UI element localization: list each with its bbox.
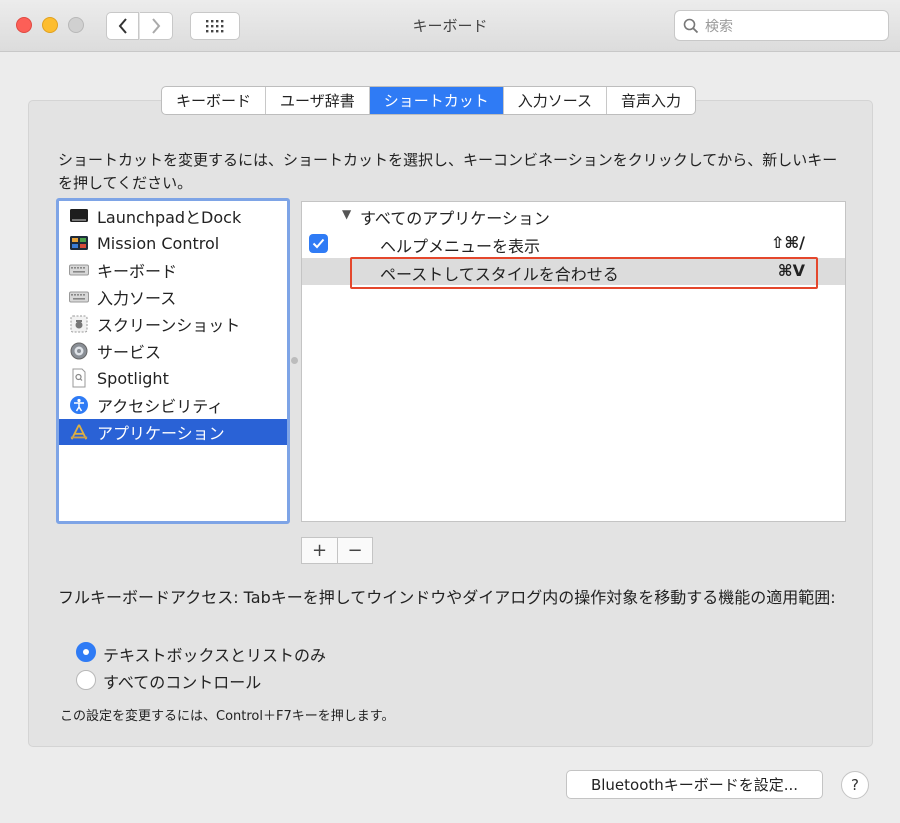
shortcut-label: ヘルプメニューを表示 <box>380 237 541 256</box>
title-bar: キーボード 検索 <box>0 0 900 52</box>
category-list[interactable]: LaunchpadとDock Mission Control キーボード 入力ソ… <box>56 198 290 524</box>
shortcut-row-show-help-menu[interactable]: ヘルプメニューを表示 ⇧⌘/ <box>302 230 845 257</box>
shortcut-key-combo[interactable]: ⇧⌘/ <box>771 233 805 252</box>
launchpad-icon <box>69 207 89 225</box>
category-item-keyboard[interactable]: キーボード <box>59 257 287 283</box>
checkmark-icon <box>312 238 325 249</box>
category-label: スクリーンショット <box>97 316 241 335</box>
help-button[interactable]: ? <box>841 771 869 799</box>
radio-label[interactable]: すべてのコントロール <box>103 669 261 693</box>
category-item-screenshots[interactable]: スクリーンショット <box>59 311 287 337</box>
keyboard-icon <box>69 261 89 279</box>
radio-label[interactable]: テキストボックスとリストのみ <box>103 642 326 666</box>
shortcut-group-label: すべてのアプリケーション <box>360 209 550 228</box>
category-item-spotlight[interactable]: Spotlight <box>59 365 287 391</box>
category-item-accessibility[interactable]: アクセシビリティ <box>59 392 287 418</box>
category-item-applications[interactable]: アプリケーション <box>59 419 287 445</box>
shortcut-group-row[interactable]: ▼ すべてのアプリケーション <box>302 202 845 229</box>
category-item-mission-control[interactable]: Mission Control <box>59 230 287 256</box>
category-item-launchpad-dock[interactable]: LaunchpadとDock <box>59 203 287 229</box>
tab-keyboard[interactable]: キーボード <box>162 87 267 114</box>
instruction-text: ショートカットを変更するには、ショートカットを選択し、キーコンビネーションをクリ… <box>58 151 838 192</box>
tab-user-dictionary[interactable]: ユーザ辞書 <box>266 87 370 114</box>
category-label: アクセシビリティ <box>97 397 224 416</box>
tab-shortcuts[interactable]: ショートカット <box>369 87 504 114</box>
mission-control-icon <box>69 234 89 252</box>
add-shortcut-button[interactable]: + <box>302 538 337 563</box>
category-label: Mission Control <box>97 233 220 253</box>
remove-shortcut-button[interactable]: − <box>337 538 372 563</box>
search-icon <box>683 18 699 33</box>
category-label: キーボード <box>97 262 178 281</box>
tab-input-sources[interactable]: 入力ソース <box>504 87 607 114</box>
category-label: サービス <box>97 343 162 362</box>
accessibility-icon <box>69 396 89 414</box>
shortcut-enabled-checkbox[interactable] <box>309 234 328 253</box>
gear-icon <box>69 342 89 360</box>
category-item-services[interactable]: サービス <box>59 338 287 364</box>
tab-dictation[interactable]: 音声入力 <box>607 87 695 114</box>
spotlight-icon <box>69 368 89 388</box>
category-label: 入力ソース <box>97 289 177 308</box>
annotation-highlight-box <box>350 257 818 289</box>
full-keyboard-access-label: フルキーボードアクセス: Tabキーを押してウインドウやダイアログ内の操作対象を… <box>58 588 836 607</box>
category-label: Spotlight <box>97 368 169 388</box>
category-item-input-sources[interactable]: 入力ソース <box>59 284 287 310</box>
category-label: LaunchpadとDock <box>97 208 242 227</box>
setup-bluetooth-keyboard-button[interactable]: Bluetoothキーボードを設定... <box>566 770 823 799</box>
category-label: アプリケーション <box>97 424 225 443</box>
radio-text-boxes-and-lists[interactable] <box>76 642 96 662</box>
search-field[interactable]: 検索 <box>674 10 889 41</box>
tab-bar: キーボード ユーザ辞書 ショートカット 入力ソース 音声入力 <box>161 86 697 115</box>
search-placeholder: 検索 <box>705 18 733 35</box>
radio-all-controls[interactable] <box>76 670 96 690</box>
add-remove-control: + − <box>301 537 373 564</box>
split-view-divider[interactable] <box>291 357 298 364</box>
keyboard-access-note: この設定を変更するには、Control＋F7キーを押します。 <box>60 709 395 724</box>
screenshot-icon <box>69 315 89 333</box>
applications-icon <box>69 423 89 441</box>
preferences-window: キーボード 検索 キーボード ユーザ辞書 ショートカット 入力ソース 音声入力 … <box>0 0 900 823</box>
keyboard-icon <box>69 288 89 306</box>
shortcut-list[interactable]: ▼ すべてのアプリケーション ヘルプメニューを表示 ⇧⌘/ ペーストしてスタイル… <box>301 201 846 522</box>
disclosure-triangle-icon[interactable]: ▼ <box>342 207 351 221</box>
